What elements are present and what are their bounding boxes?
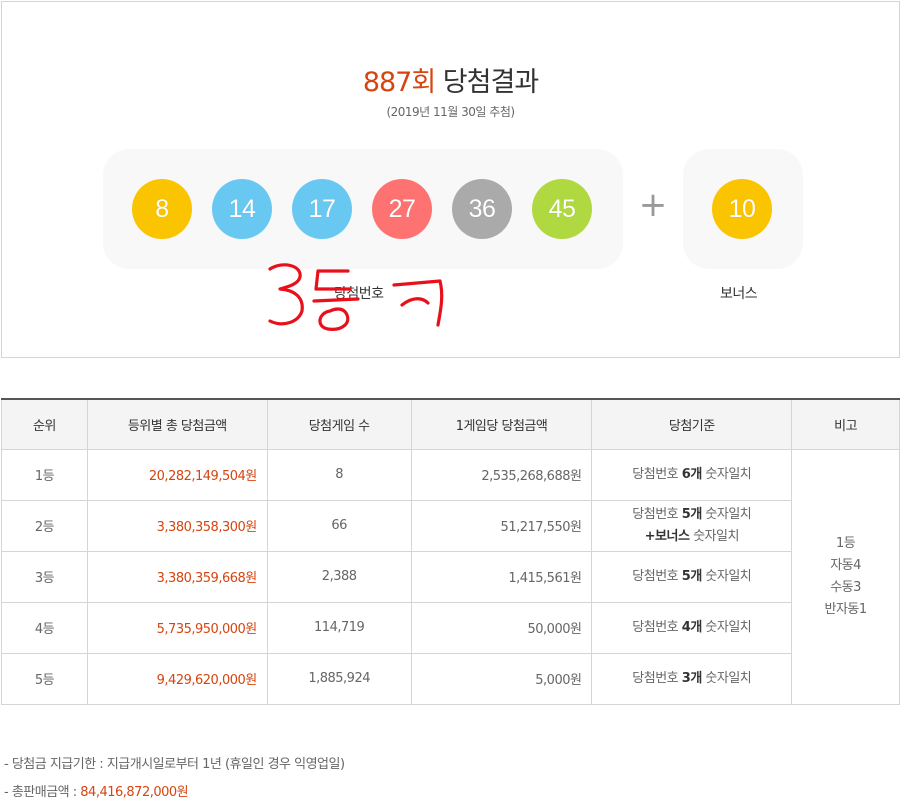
rank-cell: 1등: [1, 448, 88, 501]
winner-count-cell: 114,719: [266, 601, 412, 654]
note-value: 지급개시일로부터 1년 (휴일인 경우 익영업일): [106, 757, 345, 772]
bonus-ball: 10: [712, 179, 772, 239]
note-label: - 당첨금 지급기한 :: [4, 757, 107, 772]
criteria-text: 숫자일치: [701, 670, 752, 686]
table-row: 4등 5,735,950,000원 114,719 50,000원 당첨번호 4…: [1, 601, 900, 654]
criteria-text: 당첨번호: [632, 466, 682, 482]
criteria-text: 당첨번호: [632, 568, 682, 584]
rank-cell: 4등: [1, 601, 88, 654]
draw-result-panel: 887회 당첨결과 (2019년 11월 30일 추첨) 8 14 17 27 …: [1, 1, 900, 358]
rank-cell: 3등: [1, 550, 88, 603]
winning-ball-1: 8: [132, 179, 192, 239]
criteria-count: 3개: [681, 670, 703, 686]
remarks-cell: 1등 자동4 수동3 반자동1: [791, 448, 900, 705]
rank-cell: 2등: [1, 499, 88, 552]
table-row: 2등 3,380,358,300원 66 51,217,550원 당첨번호 5개…: [1, 499, 900, 552]
table-header-row: 순위 등위별 총 당첨금액 당첨게임 수 1게임당 당첨금액 당첨기준 비고: [1, 399, 900, 450]
winner-count-cell: 2,388: [266, 550, 412, 603]
payout-deadline-note: - 당첨금 지급기한 : 지급개시일로부터 1년 (휴일인 경우 익영업일): [4, 757, 345, 785]
criteria-text: 숫자일치: [701, 466, 752, 482]
criteria-count: 4개: [681, 619, 703, 635]
total-sales-note: - 총판매금액 : 84,416,872,000원: [4, 785, 345, 808]
prize-table: 순위 등위별 총 당첨금액 당첨게임 수 1게임당 당첨금액 당첨기준 비고 1…: [1, 398, 900, 705]
title-text: 당첨결과: [442, 67, 539, 98]
total-prize-cell: 20,282,149,504원: [86, 448, 268, 501]
total-prize-cell: 3,380,359,668원: [86, 550, 268, 603]
criteria-text: 숫자일치: [689, 528, 739, 544]
col-header-rank: 순위: [1, 399, 88, 450]
col-header-winner-count: 당첨게임 수: [266, 399, 412, 450]
total-prize-cell: 3,380,358,300원: [86, 499, 268, 552]
criteria-count: 5개: [681, 506, 703, 522]
criteria-count: 5개: [681, 568, 703, 584]
table-row: 3등 3,380,359,668원 2,388 1,415,561원 당첨번호 …: [1, 550, 900, 603]
col-header-prize-per-game: 1게임당 당첨금액: [410, 399, 593, 450]
winning-ball-3: 17: [292, 179, 352, 239]
winner-count-cell: 8: [266, 448, 412, 501]
table-row: 1등 20,282,149,504원 8 2,535,268,688원 당첨번호…: [1, 448, 900, 705]
criteria-text: 당첨번호: [632, 619, 682, 635]
remark-line: 1등: [835, 535, 856, 551]
col-header-total-prize: 등위별 총 당첨금액: [86, 399, 268, 450]
total-sales-amount: 84,416,872,000원: [80, 785, 189, 800]
total-prize-cell: 9,429,620,000원: [86, 652, 268, 705]
bonus-label: 보너스: [720, 286, 758, 302]
criteria-text: 당첨번호: [632, 506, 682, 522]
criteria-cell: 당첨번호 6개 숫자일치: [591, 448, 793, 501]
prize-per-game-cell: 2,535,268,688원: [410, 448, 593, 501]
draw-title: 887회 당첨결과: [2, 60, 899, 99]
notes-section: - 당첨금 지급기한 : 지급개시일로부터 1년 (휴일인 경우 익영업일) -…: [4, 757, 345, 808]
winning-ball-4: 27: [372, 179, 432, 239]
criteria-cell: 당첨번호 5개 숫자일치 +보너스 숫자일치: [591, 499, 793, 552]
criteria-text: 숫자일치: [701, 568, 752, 584]
note-label: - 총판매금액 :: [4, 785, 81, 800]
round-number: 887회: [362, 67, 436, 98]
criteria-cell: 당첨번호 3개 숫자일치: [591, 652, 793, 705]
col-header-remarks: 비고: [791, 399, 900, 450]
criteria-bonus: +보너스: [644, 528, 690, 544]
winning-ball-5: 36: [452, 179, 512, 239]
remark-line: 자동4: [830, 557, 861, 573]
winning-ball-6: 45: [532, 179, 592, 239]
prize-per-game-cell: 50,000원: [410, 601, 593, 654]
rank-cell: 5등: [1, 652, 88, 705]
criteria-cell: 당첨번호 5개 숫자일치: [591, 550, 793, 603]
criteria-text: 숫자일치: [701, 619, 752, 635]
winner-count-cell: 1,885,924: [266, 652, 412, 705]
criteria-text: 당첨번호: [632, 670, 682, 686]
col-header-criteria: 당첨기준: [591, 399, 793, 450]
winner-count-cell: 66: [266, 499, 412, 552]
prize-per-game-cell: 5,000원: [410, 652, 593, 705]
remark-line: 반자동1: [824, 601, 867, 617]
plus-icon: +: [638, 185, 668, 225]
prize-per-game-cell: 51,217,550원: [410, 499, 593, 552]
draw-date: (2019년 11월 30일 추첨): [386, 105, 515, 119]
criteria-cell: 당첨번호 4개 숫자일치: [591, 601, 793, 654]
winning-ball-2: 14: [212, 179, 272, 239]
remark-line: 수동3: [830, 579, 861, 595]
prize-per-game-cell: 1,415,561원: [410, 550, 593, 603]
criteria-text: 숫자일치: [701, 506, 752, 522]
total-prize-cell: 5,735,950,000원: [86, 601, 268, 654]
table-row: 5등 9,429,620,000원 1,885,924 5,000원 당첨번호 …: [1, 652, 900, 705]
handwritten-annotation: [268, 263, 444, 331]
criteria-count: 6개: [681, 466, 703, 482]
